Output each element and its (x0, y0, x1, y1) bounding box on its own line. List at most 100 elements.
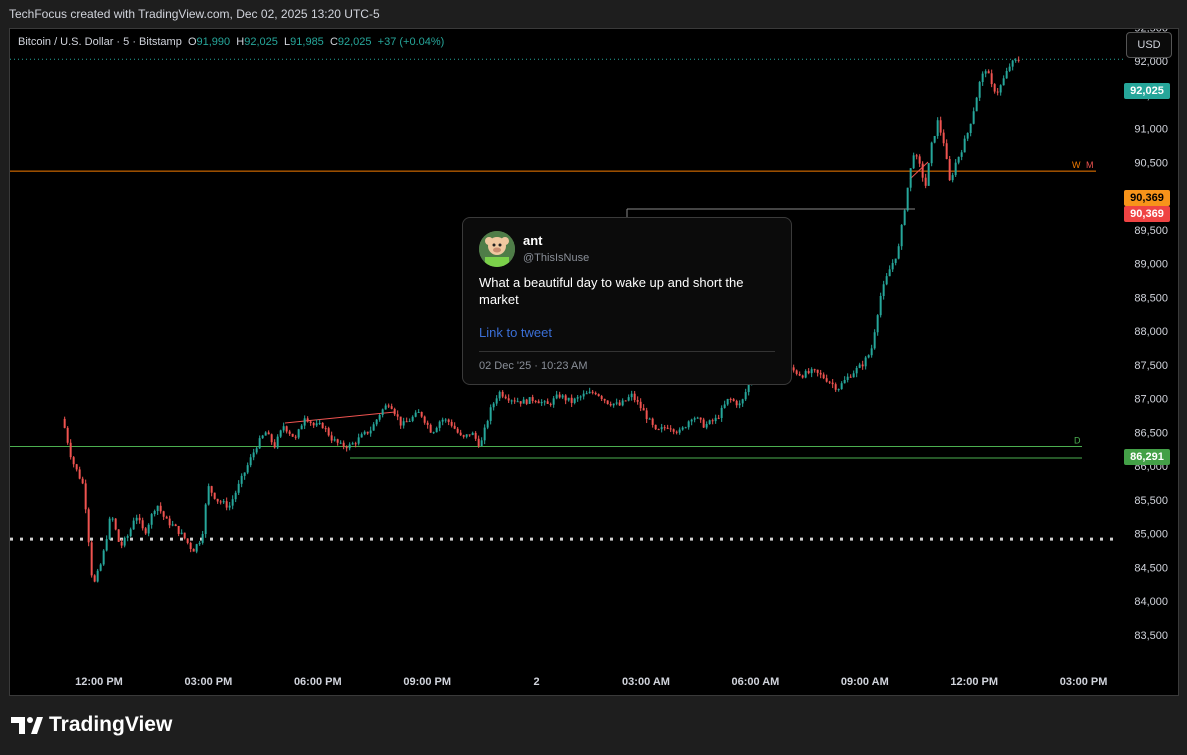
bullish-candle (906, 187, 909, 211)
bullish-candle (744, 392, 747, 400)
bearish-candle (390, 406, 393, 409)
bullish-candle (228, 505, 231, 508)
bearish-candle (990, 73, 993, 85)
bullish-candle (882, 284, 885, 297)
bearish-candle (321, 422, 324, 429)
bullish-candle (714, 417, 717, 422)
bullish-candle (123, 537, 126, 546)
high-value: 92,025 (244, 36, 278, 48)
bullish-candle (1002, 78, 1005, 86)
time-axis-label: 06:00 AM (731, 676, 779, 688)
bearish-candle (450, 421, 453, 426)
symbol-title[interactable]: Bitcoin / U.S. Dollar · 5 · Bitstamp (18, 36, 182, 48)
bullish-candle (147, 524, 150, 534)
bearish-candle (657, 429, 660, 431)
bullish-candle (951, 175, 954, 181)
currency-button[interactable]: USD (1126, 32, 1172, 58)
bearish-candle (672, 429, 675, 432)
time-axis-label: 12:00 PM (950, 676, 998, 688)
bearish-candle (393, 408, 396, 415)
bearish-candle (387, 405, 390, 407)
trend-line (284, 411, 396, 424)
bearish-candle (822, 374, 825, 379)
bullish-candle (930, 142, 933, 164)
bullish-candle (156, 505, 159, 511)
bullish-candle (297, 429, 300, 438)
bullish-candle (249, 457, 252, 466)
tweet-divider (479, 351, 775, 352)
bearish-candle (699, 417, 702, 420)
bearish-candle (732, 399, 735, 401)
bullish-candle (615, 402, 618, 404)
bearish-candle (558, 394, 561, 398)
bullish-candle (543, 401, 546, 403)
open-label: O (187, 36, 197, 48)
bullish-candle (561, 395, 564, 398)
price-axis-label: 91,000 (1134, 124, 1168, 136)
bullish-candle (582, 393, 585, 397)
bullish-candle (873, 332, 876, 349)
bearish-candle (72, 457, 75, 465)
bearish-candle (624, 400, 627, 402)
bullish-candle (378, 415, 381, 420)
price-axis-label: 85,500 (1134, 495, 1168, 507)
bullish-candle (243, 472, 246, 476)
avatar (479, 231, 515, 267)
bearish-candle (570, 397, 573, 403)
bullish-candle (912, 155, 915, 169)
tradingview-logo[interactable]: TradingView (11, 713, 172, 737)
bearish-candle (396, 414, 399, 417)
bullish-candle (810, 369, 813, 374)
bullish-candle (858, 364, 861, 368)
bullish-candle (687, 421, 690, 428)
bullish-candle (132, 520, 135, 530)
bearish-candle (849, 376, 852, 378)
tweet-link[interactable]: Link to tweet (479, 325, 552, 340)
bearish-candle (459, 432, 462, 436)
weekly-level-tag: 90,369 (1124, 190, 1170, 206)
bullish-candle (972, 111, 975, 124)
bearish-candle (342, 442, 345, 447)
bullish-candle (966, 132, 969, 139)
bullish-candle (528, 397, 531, 404)
bullish-candle (960, 152, 963, 157)
bullish-candle (984, 71, 987, 74)
bullish-candle (369, 430, 372, 434)
bearish-candle (468, 434, 471, 436)
bullish-candle (867, 355, 870, 358)
bearish-candle (174, 524, 177, 527)
bullish-candle (441, 419, 444, 422)
bullish-candle (723, 404, 726, 408)
bullish-candle (261, 435, 264, 439)
bullish-candle (864, 357, 867, 367)
tweet-card[interactable]: ant @ThisIsNuse What a beautiful day to … (462, 217, 792, 385)
chart-caption: TechFocus created with TradingView.com, … (9, 7, 380, 21)
bearish-candle (633, 393, 636, 401)
bearish-candle (273, 442, 276, 448)
bullish-candle (804, 371, 807, 378)
bullish-candle (1014, 59, 1017, 61)
bullish-candle (552, 398, 555, 405)
bullish-candle (888, 269, 891, 277)
bearish-candle (606, 400, 609, 404)
bullish-candle (684, 427, 687, 429)
bullish-candle (102, 550, 105, 565)
bullish-candle (963, 138, 966, 153)
bullish-candle (234, 492, 237, 500)
bullish-candle (678, 429, 681, 433)
daily-level-tag: 86,291 (1124, 449, 1170, 465)
price-axis-label: 84,500 (1134, 562, 1168, 574)
tradingview-wordmark: TradingView (49, 713, 173, 736)
bearish-candle (165, 516, 168, 519)
bullish-candle (276, 436, 279, 448)
bullish-candle (1008, 66, 1011, 71)
chart-panel[interactable]: WMD92,50092,00091,50091,00090,50090,0008… (9, 28, 1179, 696)
bullish-candle (264, 432, 267, 436)
bearish-candle (546, 401, 549, 404)
bullish-candle (375, 419, 378, 425)
bullish-candle (204, 504, 207, 535)
bullish-candle (648, 418, 651, 420)
bearish-candle (639, 401, 642, 409)
bullish-candle (444, 419, 447, 421)
close-value: 92,025 (337, 36, 372, 48)
